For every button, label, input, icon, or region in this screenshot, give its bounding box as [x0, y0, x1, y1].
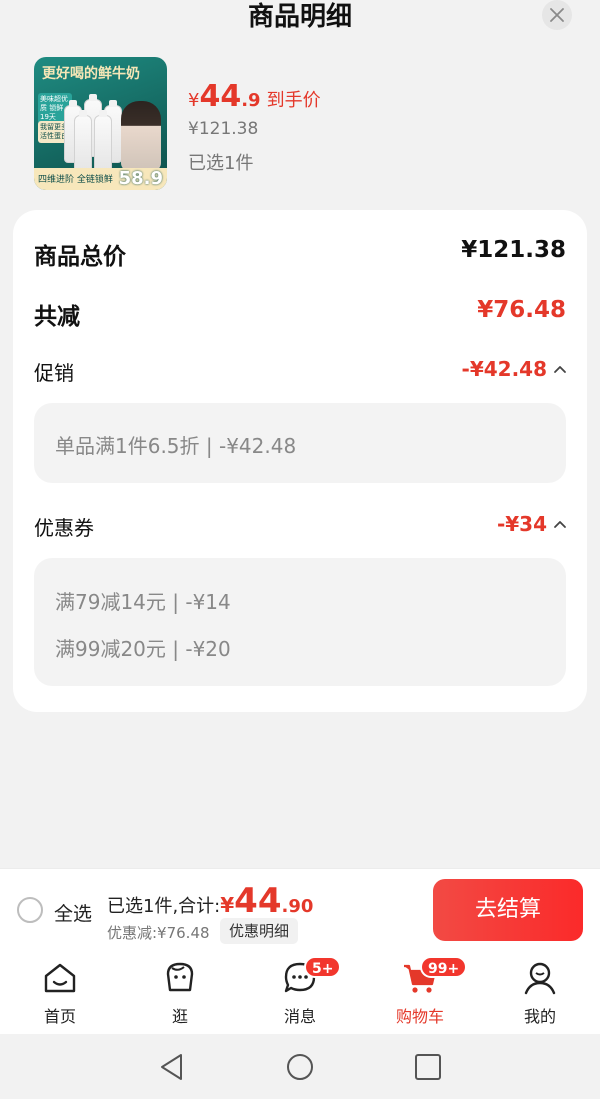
- message-badge: 5+: [304, 956, 342, 978]
- sheet-title: 商品明细: [247, 2, 352, 32]
- spokesperson-image: [121, 101, 161, 171]
- checkout-total: 已选1件,合计:¥44.90: [107, 881, 313, 921]
- home-button-icon[interactable]: [285, 1052, 315, 1082]
- chevron-up-icon[interactable]: [553, 362, 567, 376]
- price-detail-card: 商品总价 ¥121.38 共减 ¥76.48 促销 -¥42.48 单品满1件6…: [13, 210, 587, 712]
- total-price-label: 商品总价: [34, 244, 126, 270]
- price-decimal: .9: [241, 90, 261, 111]
- product-summary: 更好喝的鲜牛奶 美味超优质 锁鲜19天 我留更多 活性蛋白 四维进阶 全链锁鲜 …: [34, 57, 564, 192]
- coupon-detail-box: 满79减14元 | -¥14 满99减20元 | -¥20: [34, 558, 566, 686]
- promo-label: 促销: [34, 361, 74, 385]
- thumbnail-price: 58.9: [118, 168, 163, 189]
- chevron-up-icon[interactable]: [553, 517, 567, 531]
- tab-home[interactable]: 首页: [0, 952, 120, 1034]
- thumbnail-headline: 更好喝的鲜牛奶: [42, 66, 140, 82]
- tab-browse[interactable]: 逛: [120, 952, 240, 1034]
- checkout-summary-prefix: 已选1件,合计:: [107, 896, 221, 917]
- discount-detail-button[interactable]: 优惠明细: [220, 918, 299, 944]
- system-nav-bar: [0, 1034, 600, 1099]
- promo-value: -¥42.48: [461, 357, 547, 381]
- cart-badge: 99+: [420, 956, 468, 978]
- select-all-label[interactable]: 全选: [54, 899, 92, 926]
- price-integer: 44: [199, 79, 242, 114]
- original-price: ¥121.38: [188, 119, 259, 139]
- close-button[interactable]: [542, 0, 572, 30]
- price-currency: ¥: [188, 90, 200, 111]
- checkout-currency: ¥: [220, 893, 235, 917]
- thumbnail-footer-text: 四维进阶 全链锁鲜: [38, 175, 113, 185]
- coupon-label: 优惠券: [34, 516, 94, 540]
- checkout-total-decimal: .90: [281, 896, 314, 917]
- tab-profile[interactable]: 我的: [480, 952, 600, 1034]
- total-reduce-value: ¥76.48: [477, 297, 566, 323]
- tab-messages[interactable]: 5+ 消息: [240, 952, 360, 1034]
- back-icon[interactable]: [157, 1052, 187, 1082]
- product-thumbnail[interactable]: 更好喝的鲜牛奶 美味超优质 锁鲜19天 我留更多 活性蛋白 四维进阶 全链锁鲜 …: [34, 57, 167, 190]
- select-all-checkbox[interactable]: [17, 897, 43, 923]
- final-price: ¥44.9 到手价: [188, 79, 321, 114]
- coupon-item: 满99减20元 | -¥20: [55, 637, 231, 661]
- recents-icon[interactable]: [413, 1052, 443, 1082]
- tab-messages-label: 消息: [283, 1007, 316, 1026]
- checkout-discount: 优惠减:¥76.48: [107, 924, 210, 942]
- home-icon: [44, 963, 76, 993]
- coupon-value: -¥34: [496, 512, 547, 536]
- tab-profile-label: 我的: [523, 1007, 556, 1026]
- coupon-item: 满79减14元 | -¥14: [55, 590, 231, 614]
- sheet-header: 商品明细: [0, 0, 600, 40]
- profile-icon: [524, 962, 556, 995]
- tab-home-label: 首页: [43, 1007, 76, 1026]
- promo-item: 单品满1件6.5折 | -¥42.48: [55, 434, 297, 458]
- total-reduce-label: 共减: [34, 304, 80, 330]
- price-label: 到手价: [266, 90, 321, 111]
- tab-browse-label: 逛: [171, 1007, 188, 1026]
- tab-cart-label: 购物车: [395, 1007, 444, 1026]
- bottom-tab-bar: 首页 逛 5+ 消息 99+ 购物车 我的: [0, 952, 600, 1034]
- browse-icon: [166, 962, 194, 992]
- selected-count: 已选1件: [188, 153, 254, 174]
- total-price-value: ¥121.38: [461, 237, 566, 263]
- close-icon: [550, 8, 564, 22]
- promo-detail-box: 单品满1件6.5折 | -¥42.48: [34, 403, 566, 483]
- thumbnail-footer: 四维进阶 全链锁鲜 58.9: [34, 168, 167, 190]
- tab-cart[interactable]: 99+ 购物车: [360, 952, 480, 1034]
- checkout-button[interactable]: 去结算: [433, 879, 583, 941]
- checkout-bar: 全选 已选1件,合计:¥44.90 优惠减:¥76.48 优惠明细 去结算: [0, 868, 600, 952]
- checkout-total-integer: 44: [234, 881, 282, 921]
